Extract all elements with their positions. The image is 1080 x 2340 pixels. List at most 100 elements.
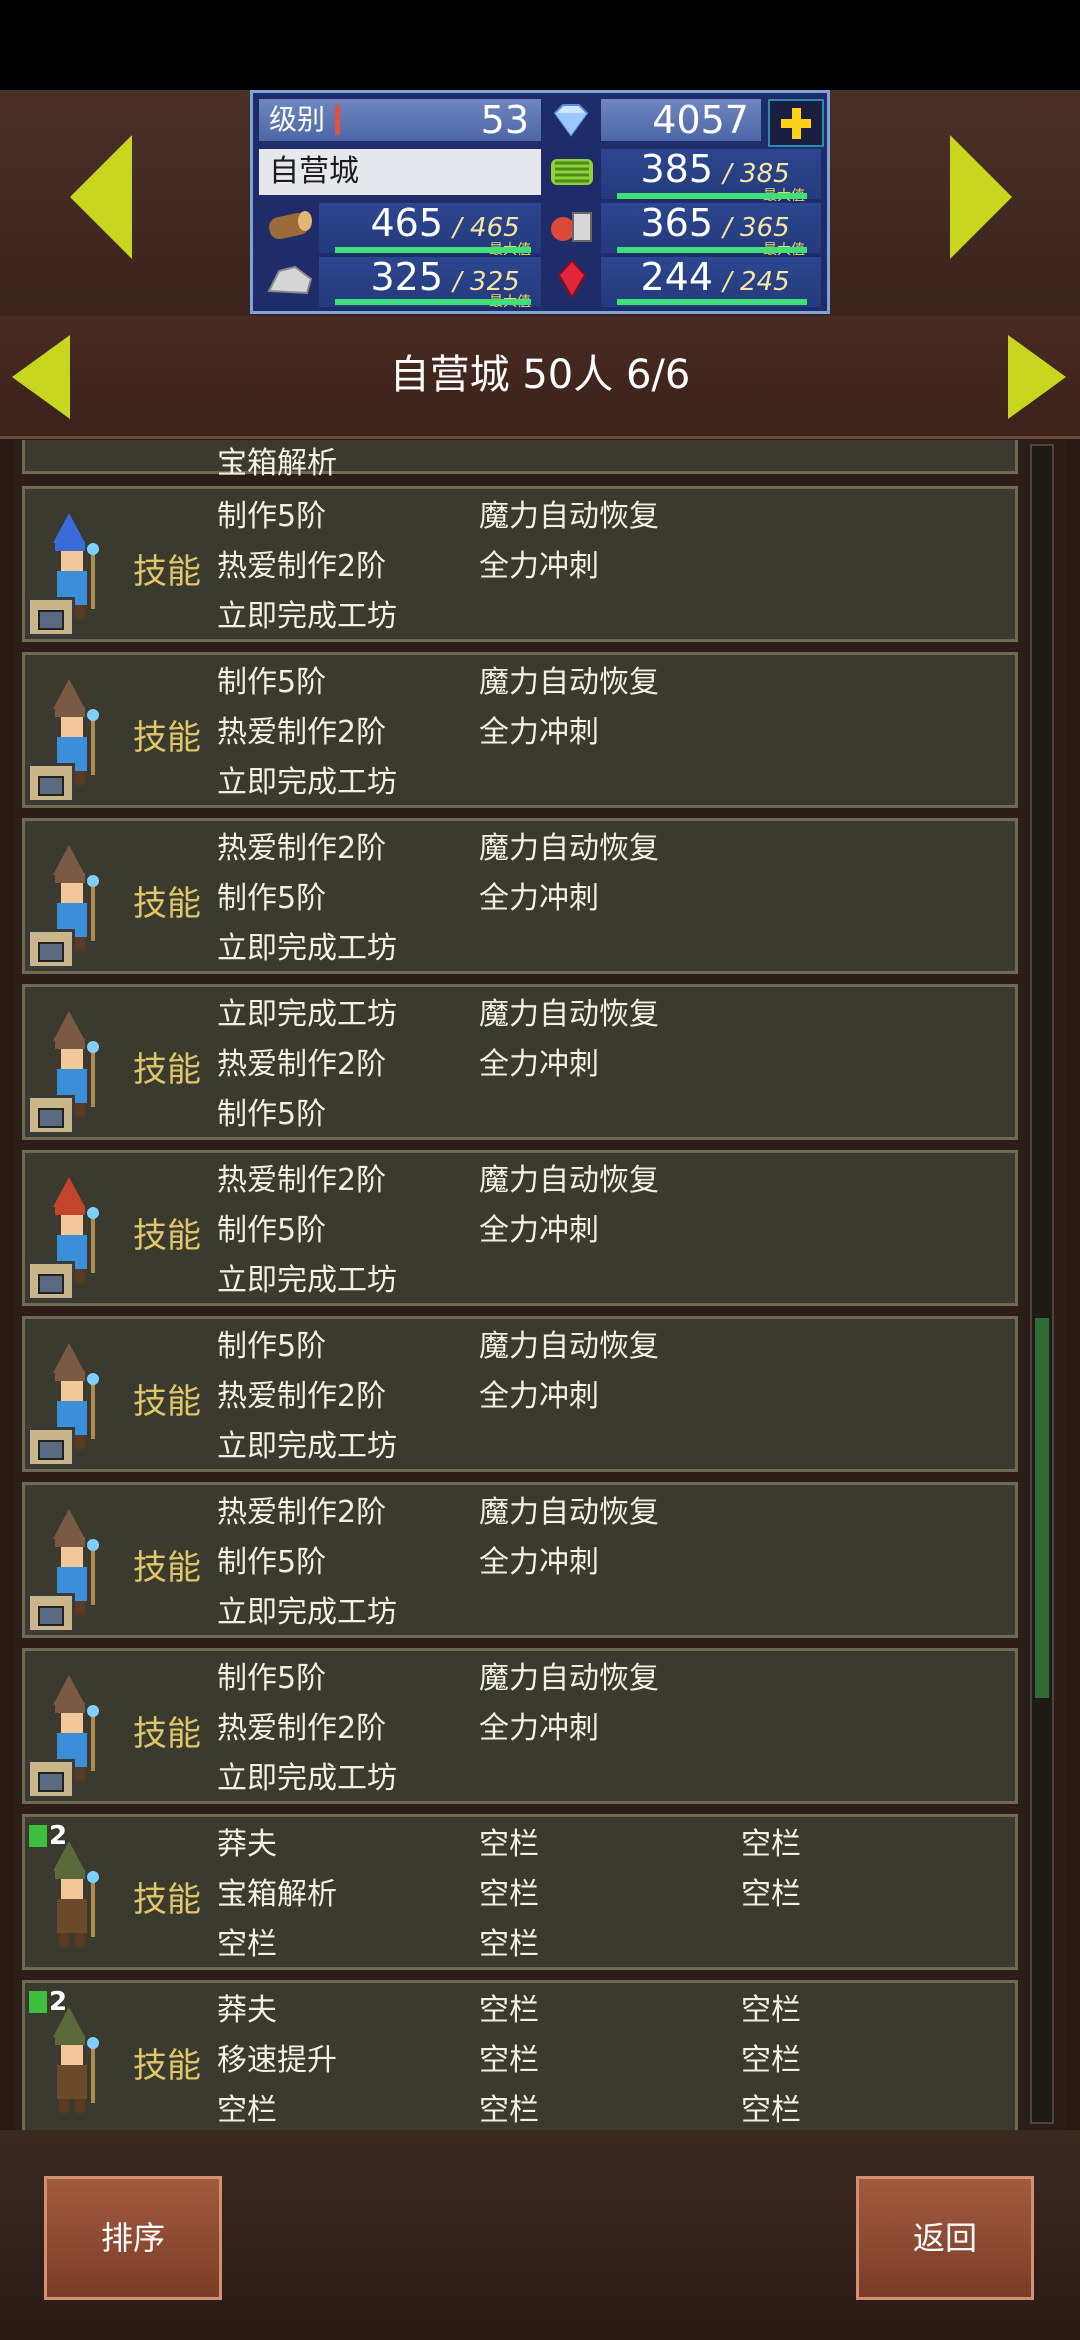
- sort-button[interactable]: 排序: [44, 2176, 222, 2300]
- list-item[interactable]: 2 技能 莽夫 宝箱解析 空栏 空栏 空栏 空栏 空栏 空栏: [22, 1814, 1018, 1970]
- skill-slot: [479, 1090, 659, 1140]
- add-gems-button[interactable]: [768, 99, 824, 147]
- ruby-max-value: 245: [740, 267, 790, 297]
- workshop-badge-icon: [27, 1261, 75, 1301]
- rank-badge: 2: [29, 1821, 67, 1851]
- skill-slot: 魔力自动恢复: [479, 665, 659, 700]
- skill-slot: 空栏: [479, 1827, 539, 1862]
- workshop-badge-icon: [27, 1427, 75, 1467]
- list-item-partial[interactable]: 宝箱解析: [22, 440, 1018, 481]
- skill-slot: 莽夫: [217, 1993, 277, 2028]
- scrollbar[interactable]: [1030, 444, 1054, 2124]
- skill-column-c1: 莽夫 宝箱解析 空栏: [217, 1820, 337, 1970]
- list-item[interactable]: 技能 立即完成工坊 热爱制作2阶 制作5阶 魔力自动恢复 全力冲刺: [22, 984, 1018, 1140]
- prev-castle-arrow-icon[interactable]: [70, 135, 132, 259]
- back-button[interactable]: 返回: [856, 2176, 1034, 2300]
- diamond-icon: [553, 104, 589, 137]
- skill-column-c1: 制作5阶 热爱制作2阶 立即完成工坊: [217, 492, 397, 642]
- castle-name: 自营城: [259, 149, 541, 195]
- skill-slot: 空栏: [479, 1993, 539, 2028]
- skill-slot: 魔力自动恢复: [479, 831, 659, 866]
- skill-slot: 制作5阶: [217, 881, 327, 916]
- skill-slot: 空栏: [741, 2043, 801, 2078]
- workshop-badge-icon: [27, 1095, 75, 1135]
- skill-slot: [479, 758, 659, 808]
- level-divider: [335, 105, 340, 135]
- list-item[interactable]: 技能 热爱制作2阶 制作5阶 立即完成工坊 魔力自动恢复 全力冲刺: [22, 818, 1018, 974]
- food-value: 365: [640, 201, 713, 245]
- skill-slot: 空栏: [479, 2043, 539, 2078]
- list-item[interactable]: 2 技能 莽夫 移速提升 空栏 空栏 空栏 空栏 空栏 空栏 空栏: [22, 1980, 1018, 2130]
- list-item[interactable]: 技能 制作5阶 热爱制作2阶 立即完成工坊 魔力自动恢复 全力冲刺: [22, 1316, 1018, 1472]
- skill-slot: 立即完成工坊: [217, 765, 397, 800]
- skill-slot: 热爱制作2阶: [217, 1379, 387, 1414]
- list-item[interactable]: 技能 制作5阶 热爱制作2阶 立即完成工坊 魔力自动恢复 全力冲刺: [22, 1648, 1018, 1804]
- skill-slot: 空栏: [217, 1927, 277, 1962]
- skill-slot: 热爱制作2阶: [217, 1711, 387, 1746]
- skill-slot: 制作5阶: [217, 1661, 327, 1696]
- skill-column-c1: 制作5阶 热爱制作2阶 立即完成工坊: [217, 658, 397, 808]
- skill-slot: [479, 924, 659, 974]
- skill-column-c3: 空栏 空栏 空栏: [741, 1986, 801, 2130]
- person-rank-icon: [29, 1991, 47, 2013]
- skill-slot: 制作5阶: [217, 1097, 327, 1132]
- skill-label: 技能: [133, 1880, 201, 1920]
- skill-slot: 移速提升: [217, 2043, 337, 2078]
- list-item[interactable]: 技能 制作5阶 热爱制作2阶 立即完成工坊 魔力自动恢复 全力冲刺: [22, 486, 1018, 642]
- skill-column-c1: 热爱制作2阶 制作5阶立即完成工坊: [217, 1488, 397, 1638]
- skill-slot: 空栏: [741, 2093, 801, 2128]
- list-item[interactable]: 技能 热爱制作2阶 制作5阶 立即完成工坊 魔力自动恢复 全力冲刺: [22, 1150, 1018, 1306]
- skill-slot: 宝箱解析: [217, 1877, 337, 1912]
- skill-slot: 热爱制作2阶: [217, 1495, 387, 1530]
- skill-slot: 立即完成工坊: [217, 1595, 397, 1630]
- food-icon: [551, 212, 592, 242]
- level-value: 53: [480, 98, 529, 142]
- scrollbar-thumb[interactable]: [1035, 1318, 1049, 1698]
- villager-avatar-icon: [53, 1841, 99, 1947]
- skill-slot: 制作5阶: [217, 665, 327, 700]
- ruby-value: 244: [640, 255, 713, 299]
- next-castle-arrow-icon[interactable]: [950, 135, 1012, 259]
- skill-slot: 全力冲刺: [479, 1545, 599, 1580]
- rank-value: 2: [49, 1987, 68, 2017]
- resident-list[interactable]: 宝箱解析 技能 制作5阶 热爱制作2阶 立即完成工坊 魔力自动恢复 全力冲刺 技能 制作5阶热…: [14, 440, 1066, 2130]
- skill-slot: 全力冲刺: [479, 1213, 599, 1248]
- status-bar: [0, 0, 1080, 90]
- rank-value: 2: [49, 1821, 68, 1851]
- skill-column-c1: 热爱制作2阶 制作5阶 立即完成工坊: [217, 1156, 397, 1306]
- skill-slot: 空栏: [479, 1877, 539, 1912]
- skill-slot: 热爱制作2阶: [217, 549, 387, 584]
- partial-text: 宝箱解析: [217, 446, 337, 481]
- skill-slot: 空栏: [217, 2093, 277, 2128]
- skill-slot: 立即完成工坊: [217, 1761, 397, 1796]
- grass-bar: [617, 193, 807, 199]
- skill-slot: 空栏: [479, 1927, 539, 1962]
- skill-slot: 全力冲刺: [479, 715, 599, 750]
- skill-slot: 热爱制作2阶: [217, 831, 387, 866]
- skill-slot: 全力冲刺: [479, 1711, 599, 1746]
- grass-icon: [551, 159, 593, 185]
- rank-badge: 2: [29, 1987, 67, 2017]
- skill-column-c1: 莽夫 移速提升 空栏: [217, 1986, 337, 2130]
- skill-column-c1: 制作5阶热爱制作2阶 立即完成工坊: [217, 1654, 397, 1804]
- skill-slot: 魔力自动恢复: [479, 997, 659, 1032]
- skill-slot: 魔力自动恢复: [479, 1495, 659, 1530]
- skill-slot: 立即完成工坊: [217, 599, 397, 634]
- skill-slot: 魔力自动恢复: [479, 1661, 659, 1696]
- skill-slot: 立即完成工坊: [217, 931, 397, 966]
- ruby-bar: [617, 299, 807, 305]
- workshop-badge-icon: [27, 1759, 75, 1799]
- list-item[interactable]: 技能 制作5阶 热爱制作2阶 立即完成工坊 魔力自动恢复 全力冲刺: [22, 652, 1018, 808]
- skill-slot: 全力冲刺: [479, 549, 599, 584]
- skill-label: 技能: [133, 1050, 201, 1090]
- list-item[interactable]: 技能 热爱制作2阶 制作5阶 立即完成工坊 魔力自动恢复 全力冲刺: [22, 1482, 1018, 1638]
- skill-slot: 制作5阶: [217, 1213, 327, 1248]
- skill-slot: [479, 1754, 659, 1804]
- skill-column-c2: 魔力自动恢复 全力冲刺: [479, 492, 659, 642]
- skill-slot: 空栏: [741, 1877, 801, 1912]
- stone-icon: [267, 265, 313, 295]
- skill-slot: 空栏: [741, 1993, 801, 2028]
- skill-slot: 全力冲刺: [479, 1047, 599, 1082]
- skill-slot: 制作5阶: [217, 1545, 327, 1580]
- wood-bar: [335, 247, 531, 253]
